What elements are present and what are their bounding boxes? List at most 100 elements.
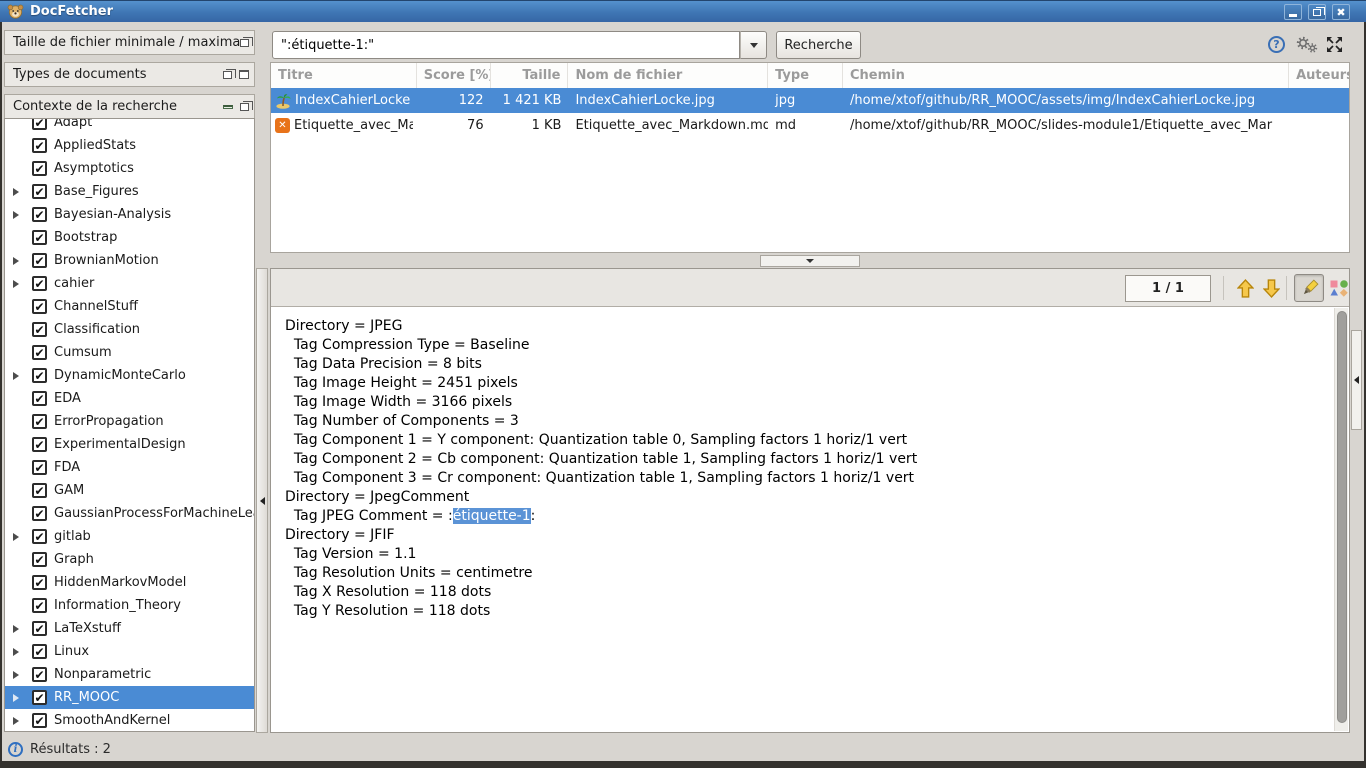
previous-occurrence-button[interactable] <box>1233 276 1257 300</box>
tree-item-fda[interactable]: ✔FDA <box>5 456 254 479</box>
expand-arrow[interactable] <box>13 280 25 288</box>
maximize-search-bar-icon[interactable] <box>1325 35 1344 54</box>
expand-arrow[interactable] <box>13 372 25 380</box>
right-collapse-sash[interactable] <box>1351 330 1362 430</box>
column-header-type[interactable]: Type <box>768 63 843 88</box>
checkbox[interactable]: ✔ <box>32 460 47 475</box>
tree-item-base_figures[interactable]: ✔Base_Figures <box>5 180 254 203</box>
column-header-path[interactable]: Chemin <box>843 63 1289 88</box>
checkbox[interactable]: ✔ <box>32 299 47 314</box>
checkbox[interactable]: ✔ <box>32 276 47 291</box>
checkbox[interactable]: ✔ <box>32 414 47 429</box>
help-icon[interactable]: ? <box>1268 36 1285 53</box>
column-header-authors[interactable]: Auteurs <box>1289 63 1349 88</box>
search-input[interactable] <box>272 31 740 59</box>
tree-item-linux[interactable]: ✔Linux <box>5 640 254 663</box>
expand-arrow[interactable] <box>13 211 25 219</box>
search-button[interactable]: Recherche <box>776 31 861 59</box>
tree-item-classification[interactable]: ✔Classification <box>5 318 254 341</box>
tree-item-hiddenmarkovmodel[interactable]: ✔HiddenMarkovModel <box>5 571 254 594</box>
file-type-colors-icon[interactable] <box>1327 276 1351 300</box>
checkbox[interactable]: ✔ <box>32 690 47 705</box>
tree-item-brownianmotion[interactable]: ✔BrownianMotion <box>5 249 254 272</box>
expand-arrow[interactable] <box>13 533 25 541</box>
panel-restore-icon[interactable] <box>223 71 232 79</box>
tree-item-errorpropagation[interactable]: ✔ErrorPropagation <box>5 410 254 433</box>
checkbox[interactable]: ✔ <box>32 621 47 636</box>
tree-item-cahier[interactable]: ✔cahier <box>5 272 254 295</box>
tree-item-asymptotics[interactable]: ✔Asymptotics <box>5 157 254 180</box>
restore-button[interactable] <box>1308 4 1326 20</box>
checkbox[interactable]: ✔ <box>32 138 47 153</box>
tree-item-channelstuff[interactable]: ✔ChannelStuff <box>5 295 254 318</box>
panel-document-types[interactable]: Types de documents <box>4 62 255 87</box>
panel-minimize-icon[interactable] <box>223 105 233 109</box>
expand-arrow[interactable] <box>13 648 25 656</box>
panel-restore-icon[interactable] <box>240 39 249 47</box>
highlight-toggle-button[interactable] <box>1294 274 1324 302</box>
tree-item-smoothandkernel[interactable]: ✔SmoothAndKernel <box>5 709 254 732</box>
tree-item-gitlab[interactable]: ✔gitlab <box>5 525 254 548</box>
panel-restore-icon[interactable] <box>240 103 249 111</box>
checkbox[interactable]: ✔ <box>32 118 47 130</box>
panel-file-size[interactable]: Taille de fichier minimale / maximale <box>4 30 255 55</box>
tree-item-dynamicmontecarlo[interactable]: ✔DynamicMonteCarlo <box>5 364 254 387</box>
tree-item-graph[interactable]: ✔Graph <box>5 548 254 571</box>
tree-item-information_theory[interactable]: ✔Information_Theory <box>5 594 254 617</box>
checkbox[interactable]: ✔ <box>32 667 47 682</box>
panel-maximize-icon[interactable] <box>239 70 249 79</box>
tree-item-appliedstats[interactable]: ✔AppliedStats <box>5 134 254 157</box>
checkbox[interactable]: ✔ <box>32 506 47 521</box>
tree-item-nonparametric[interactable]: ✔Nonparametric <box>5 663 254 686</box>
column-header-filename[interactable]: Nom de fichier <box>568 63 768 88</box>
preferences-gear-icon[interactable] <box>1294 35 1320 55</box>
checkbox[interactable]: ✔ <box>32 644 47 659</box>
checkbox[interactable]: ✔ <box>32 437 47 452</box>
sidebar-collapse-sash[interactable] <box>256 268 268 733</box>
table-row[interactable]: IndexCahierLocke1221 421 KBIndexCahierLo… <box>271 88 1349 113</box>
checkbox[interactable]: ✔ <box>32 575 47 590</box>
checkbox[interactable]: ✔ <box>32 483 47 498</box>
checkbox[interactable]: ✔ <box>32 391 47 406</box>
expand-arrow[interactable] <box>13 188 25 196</box>
checkbox[interactable]: ✔ <box>32 713 47 728</box>
checkbox[interactable]: ✔ <box>32 345 47 360</box>
panel-search-scope[interactable]: Contexte de la recherche <box>4 94 255 119</box>
tree-item-latexstuff[interactable]: ✔LaTeXstuff <box>5 617 254 640</box>
tree-item-adapt[interactable]: ✔Adapt <box>5 118 254 134</box>
tree-item-eda[interactable]: ✔EDA <box>5 387 254 410</box>
minimize-button[interactable] <box>1284 4 1302 20</box>
expand-arrow[interactable] <box>13 257 25 265</box>
checkbox[interactable]: ✔ <box>32 368 47 383</box>
column-header-size[interactable]: Taille <box>491 63 569 88</box>
tree-item-gaussianprocessformachinelea[interactable]: ✔GaussianProcessForMachineLea <box>5 502 254 525</box>
next-occurrence-button[interactable] <box>1259 276 1283 300</box>
scrollbar-thumb[interactable] <box>1337 311 1347 723</box>
expand-arrow[interactable] <box>13 671 25 679</box>
tree-item-cumsum[interactable]: ✔Cumsum <box>5 341 254 364</box>
tree-item-bayesian-analysis[interactable]: ✔Bayesian-Analysis <box>5 203 254 226</box>
close-button[interactable]: ✖ <box>1332 4 1350 20</box>
collapse-preview-button[interactable] <box>760 255 860 267</box>
checkbox[interactable]: ✔ <box>32 529 47 544</box>
checkbox[interactable]: ✔ <box>32 322 47 337</box>
search-history-dropdown[interactable] <box>740 31 767 59</box>
checkbox[interactable]: ✔ <box>32 207 47 222</box>
expand-arrow[interactable] <box>13 717 25 725</box>
preview-text[interactable]: Directory = JPEG Tag Compression Type = … <box>271 307 1333 732</box>
column-header-title[interactable]: Titre <box>271 63 417 88</box>
checkbox[interactable]: ✔ <box>32 598 47 613</box>
preview-scrollbar[interactable] <box>1334 308 1348 731</box>
checkbox[interactable]: ✔ <box>32 253 47 268</box>
table-row[interactable]: ✕Etiquette_avec_Markdown761 KBEtiquette_… <box>271 113 1349 138</box>
checkbox[interactable]: ✔ <box>32 230 47 245</box>
checkbox[interactable]: ✔ <box>32 552 47 567</box>
expand-arrow[interactable] <box>13 694 25 702</box>
tree-item-rr_mooc[interactable]: ✔RR_MOOC <box>5 686 254 709</box>
checkbox[interactable]: ✔ <box>32 161 47 176</box>
tree-item-bootstrap[interactable]: ✔Bootstrap <box>5 226 254 249</box>
tree-item-gam[interactable]: ✔GAM <box>5 479 254 502</box>
expand-arrow[interactable] <box>13 625 25 633</box>
tree-item-experimentaldesign[interactable]: ✔ExperimentalDesign <box>5 433 254 456</box>
checkbox[interactable]: ✔ <box>32 184 47 199</box>
